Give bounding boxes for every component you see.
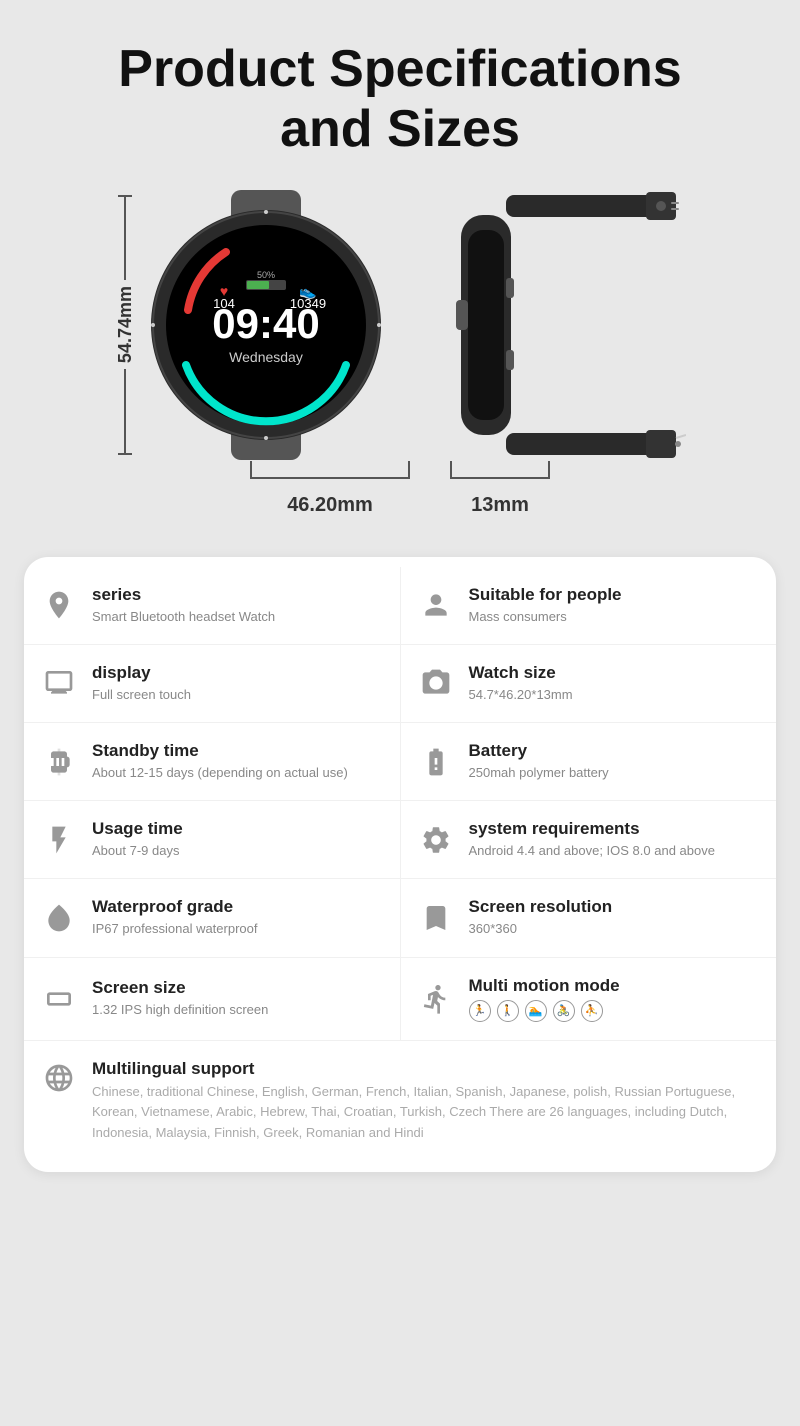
people-text: Suitable for people Mass consumers: [469, 585, 761, 626]
spec-display: display Full screen touch: [24, 645, 401, 722]
standby-icon: [40, 743, 78, 781]
watchsize-text: Watch size 54.7*46.20*13mm: [469, 663, 761, 704]
width-dim-block: 46.20mm: [250, 468, 410, 517]
thickness-dim-line: [450, 468, 550, 488]
globe-icon: [40, 1059, 78, 1097]
waterproof-label: Waterproof grade: [92, 897, 384, 917]
battery-value: 250mah polymer battery: [469, 764, 761, 782]
spec-multilingual: Multilingual support Chinese, traditiona…: [24, 1041, 776, 1162]
usage-icon: [40, 821, 78, 859]
series-text: series Smart Bluetooth headset Watch: [92, 585, 384, 626]
spec-screensize: Screen size 1.32 IPS high definition scr…: [24, 958, 401, 1040]
series-label: series: [92, 585, 384, 605]
spec-row-4: Usage time About 7-9 days system require…: [24, 801, 776, 879]
page-title: Product Specifications and Sizes: [60, 40, 740, 160]
resolution-label: Screen resolution: [469, 897, 761, 917]
screen-size-icon: [40, 980, 78, 1018]
resolution-icon: [417, 899, 455, 937]
height-label: 54.74mm: [115, 286, 136, 363]
display-text: display Full screen touch: [92, 663, 384, 704]
screensize-text: Screen size 1.32 IPS high definition scr…: [92, 978, 384, 1019]
thickness-label: 13mm: [471, 494, 529, 517]
spec-row-1: series Smart Bluetooth headset Watch Sui…: [24, 567, 776, 645]
watch-images-section: 54.74mm 09:40 Wednesday 104: [0, 180, 800, 460]
spec-standby: Standby time About 12-15 days (depending…: [24, 723, 401, 800]
waterproof-icon: [40, 899, 78, 937]
motion-text: Multi motion mode 🏃 🚶 🏊 🚴 ⛹: [469, 976, 761, 1022]
usage-label: Usage time: [92, 819, 384, 839]
screensize-label: Screen size: [92, 978, 384, 998]
svg-text:Wednesday: Wednesday: [229, 349, 303, 365]
motion-icons-row: 🏃 🚶 🏊 🚴 ⛹: [469, 1000, 761, 1022]
waterproof-value: IP67 professional waterproof: [92, 920, 384, 938]
spec-usage: Usage time About 7-9 days: [24, 801, 401, 878]
system-text: system requirements Android 4.4 and abov…: [469, 819, 761, 860]
standby-label: Standby time: [92, 741, 384, 761]
people-value: Mass consumers: [469, 608, 761, 626]
motion-walk-icon: 🚶: [497, 1000, 519, 1022]
multilingual-text: Multilingual support Chinese, traditiona…: [92, 1059, 760, 1144]
spec-waterproof: Waterproof grade IP67 professional water…: [24, 879, 401, 956]
system-icon: [417, 821, 455, 859]
usage-value: About 7-9 days: [92, 842, 384, 860]
svg-text:♥: ♥: [219, 283, 227, 299]
spec-row-6: Screen size 1.32 IPS high definition scr…: [24, 958, 776, 1041]
multilingual-label: Multilingual support: [92, 1059, 760, 1079]
svg-text:50%: 50%: [256, 270, 274, 280]
multilingual-value: Chinese, traditional Chinese, English, G…: [92, 1082, 760, 1144]
people-icon: [417, 586, 455, 624]
watch-front-image: 09:40 Wednesday 104 10349 50% ♥ 👟: [146, 190, 386, 460]
spec-resolution: Screen resolution 360*360: [401, 879, 777, 956]
spec-row-5: Waterproof grade IP67 professional water…: [24, 879, 776, 957]
spec-row-3: Standby time About 12-15 days (depending…: [24, 723, 776, 801]
spec-system: system requirements Android 4.4 and abov…: [401, 801, 777, 878]
spec-row-2: display Full screen touch Watch size 54.…: [24, 645, 776, 723]
width-dim-line: [250, 468, 410, 488]
usage-text: Usage time About 7-9 days: [92, 819, 384, 860]
battery-icon: [417, 743, 455, 781]
motion-swim-icon: 🏊: [525, 1000, 547, 1022]
resolution-text: Screen resolution 360*360: [469, 897, 761, 938]
standby-text: Standby time About 12-15 days (depending…: [92, 741, 384, 782]
thickness-dim-block: 13mm: [450, 468, 550, 517]
series-value: Smart Bluetooth headset Watch: [92, 608, 384, 626]
battery-text: Battery 250mah polymer battery: [469, 741, 761, 782]
specs-card: series Smart Bluetooth headset Watch Sui…: [24, 557, 776, 1172]
screensize-value: 1.32 IPS high definition screen: [92, 1001, 384, 1019]
front-watch-container: 54.74mm 09:40 Wednesday 104: [115, 190, 386, 460]
width-label: 46.20mm: [287, 494, 373, 517]
system-label: system requirements: [469, 819, 761, 839]
spec-watchsize: Watch size 54.7*46.20*13mm: [401, 645, 777, 722]
watchsize-label: Watch size: [469, 663, 761, 683]
standby-value: About 12-15 days (depending on actual us…: [92, 764, 384, 782]
series-icon: [40, 586, 78, 624]
battery-label: Battery: [469, 741, 761, 761]
spec-battery: Battery 250mah polymer battery: [401, 723, 777, 800]
watch-side-image: [406, 190, 686, 460]
people-label: Suitable for people: [469, 585, 761, 605]
system-value: Android 4.4 and above; IOS 8.0 and above: [469, 842, 761, 860]
display-value: Full screen touch: [92, 686, 384, 704]
motion-extra-icon: ⛹: [581, 1000, 603, 1022]
waterproof-text: Waterproof grade IP67 professional water…: [92, 897, 384, 938]
page-header: Product Specifications and Sizes: [0, 0, 800, 180]
watch-size-icon: [417, 664, 455, 702]
spec-motion: Multi motion mode 🏃 🚶 🏊 🚴 ⛹: [401, 958, 777, 1040]
height-dimension: 54.74mm: [115, 195, 136, 455]
spec-series: series Smart Bluetooth headset Watch: [24, 567, 401, 644]
spec-people: Suitable for people Mass consumers: [401, 567, 777, 644]
motion-label: Multi motion mode: [469, 976, 761, 996]
svg-text:👟: 👟: [299, 283, 317, 300]
motion-icon: [417, 980, 455, 1018]
display-icon: [40, 664, 78, 702]
display-label: display: [92, 663, 384, 683]
resolution-value: 360*360: [469, 920, 761, 938]
watchsize-value: 54.7*46.20*13mm: [469, 686, 761, 704]
bottom-dimensions: 46.20mm 13mm: [0, 460, 800, 537]
motion-bike-icon: 🚴: [553, 1000, 575, 1022]
motion-run-icon: 🏃: [469, 1000, 491, 1022]
